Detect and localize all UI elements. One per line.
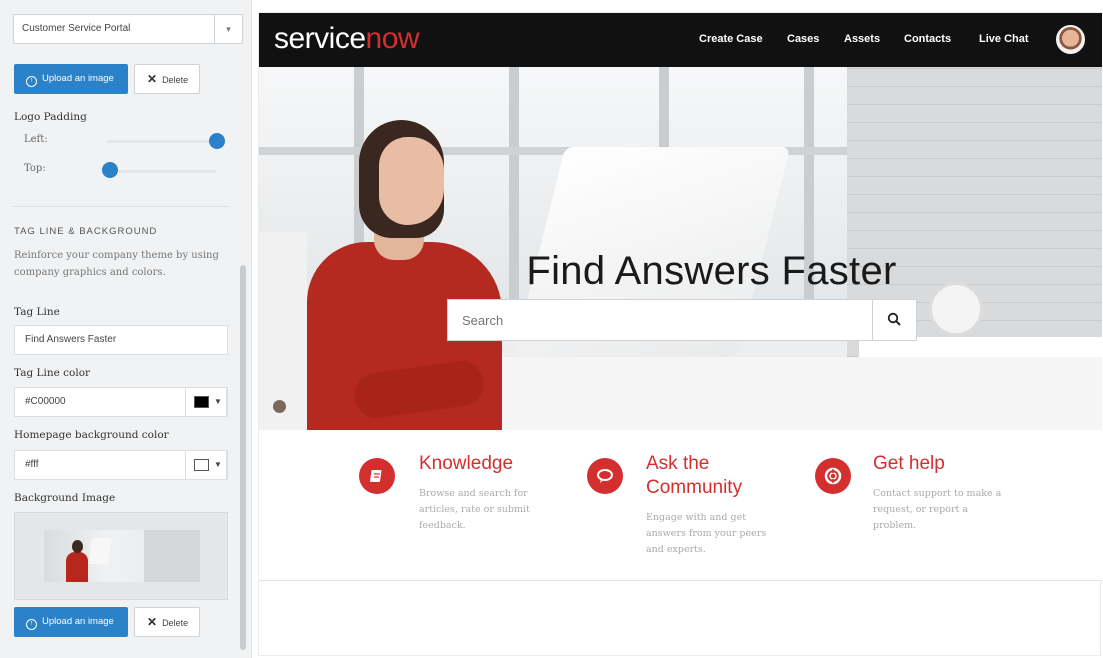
- tile-get-help-title[interactable]: Get help: [873, 452, 945, 476]
- logo-upload-button[interactable]: ↑ Upload an image: [14, 64, 128, 94]
- bg-delete-button[interactable]: ✕ Delete: [134, 607, 200, 637]
- portal-header: servicenow Create Case Cases Assets Cont…: [259, 13, 1102, 67]
- nav-contacts[interactable]: Contacts: [904, 33, 951, 45]
- panel-scrollbar[interactable]: [240, 265, 246, 650]
- hero-title: Find Answers Faster: [526, 249, 897, 293]
- bg-color-field[interactable]: #fff ▼: [14, 450, 228, 480]
- bg-image-preview: [14, 512, 228, 600]
- bg-delete-label: Delete: [162, 618, 189, 628]
- portal-select-value: Customer Service Portal: [22, 23, 131, 34]
- bg-color-label: Homepage background color: [14, 429, 169, 441]
- chevron-down-icon: ▼: [214, 460, 222, 469]
- tagline-section-description: Reinforce your company theme by using co…: [14, 250, 219, 278]
- tag-line-input[interactable]: Find Answers Faster: [14, 325, 228, 355]
- servicenow-logo[interactable]: servicenow: [274, 22, 420, 56]
- bg-upload-button[interactable]: ↑ Upload an image: [14, 607, 128, 637]
- tag-line-color-value: #C00000: [25, 396, 66, 407]
- nav-create-case[interactable]: Create Case: [699, 33, 763, 45]
- search-input[interactable]: [448, 300, 873, 340]
- search-button[interactable]: [872, 300, 916, 340]
- padding-top-slider-handle[interactable]: [102, 162, 118, 178]
- tag-line-label: Tag Line: [14, 306, 60, 318]
- padding-left-slider-handle[interactable]: [209, 133, 225, 149]
- logo-padding-heading: Logo Padding: [14, 111, 87, 123]
- tile-community-description: Engage with and get answers from your pe…: [646, 512, 767, 555]
- logo-main-text: service: [274, 22, 366, 55]
- color-swatch: [194, 459, 209, 471]
- padding-top-label: Top:: [24, 163, 46, 174]
- bg-color-picker[interactable]: ▼: [185, 450, 227, 480]
- bg-image-label: Background Image: [14, 492, 116, 504]
- hero-search-box: [447, 299, 917, 341]
- config-panel: Customer Service Portal ▾ ↑ Upload an ima…: [0, 0, 252, 658]
- close-icon: ✕: [147, 615, 158, 629]
- carousel-dot[interactable]: [273, 400, 286, 413]
- padding-left-label: Left:: [24, 134, 48, 145]
- book-icon[interactable]: [359, 458, 395, 494]
- logo-accent-text: now: [365, 22, 420, 55]
- chevron-down-icon: ▼: [214, 397, 222, 406]
- tile-knowledge-title[interactable]: Knowledge: [419, 452, 513, 476]
- tag-line-color-field[interactable]: #C00000 ▼: [14, 387, 228, 417]
- upload-icon: ↑: [26, 76, 37, 87]
- bg-upload-label: Upload an image: [42, 616, 114, 627]
- bg-color-value: #fff: [25, 459, 39, 470]
- tag-line-color-label: Tag Line color: [14, 367, 91, 379]
- portal-select[interactable]: Customer Service Portal ▾: [13, 14, 243, 44]
- upload-icon: ↑: [26, 619, 37, 630]
- tagline-section-heading: TAG LINE & BACKGROUND: [14, 226, 158, 237]
- logo-delete-label: Delete: [162, 75, 189, 85]
- nav-cases[interactable]: Cases: [787, 33, 819, 45]
- tile-get-help-description: Contact support to make a request, or re…: [873, 488, 1002, 531]
- portal-tiles: Knowledge Browse and search for articles…: [259, 430, 1102, 580]
- life-ring-icon[interactable]: [815, 458, 851, 494]
- tag-line-color-picker[interactable]: ▼: [185, 387, 227, 417]
- bg-image-thumbnail: [44, 530, 200, 582]
- hero-banner: Find Answers Faster Find the answers you…: [259, 67, 1102, 430]
- padding-left-slider[interactable]: [106, 140, 226, 143]
- chat-bubble-icon[interactable]: [587, 458, 623, 494]
- logo-upload-label: Upload an image: [42, 73, 114, 84]
- logo-delete-button[interactable]: ✕ Delete: [134, 64, 200, 94]
- tile-knowledge-description: Browse and search for articles, rate or …: [419, 488, 530, 531]
- close-icon: ✕: [147, 72, 158, 86]
- avatar[interactable]: [1056, 25, 1085, 54]
- section-divider: [13, 206, 229, 207]
- nav-live-chat[interactable]: Live Chat: [979, 33, 1029, 45]
- portal-preview: servicenow Create Case Cases Assets Cont…: [258, 12, 1102, 656]
- chevron-down-icon[interactable]: ▾: [214, 15, 242, 43]
- padding-top-slider[interactable]: [106, 170, 216, 173]
- tile-community-title[interactable]: Ask the Community: [646, 452, 766, 500]
- nav-assets[interactable]: Assets: [844, 33, 880, 45]
- footer-divider: [259, 580, 1102, 581]
- search-icon: [887, 312, 901, 326]
- color-swatch: [194, 396, 209, 408]
